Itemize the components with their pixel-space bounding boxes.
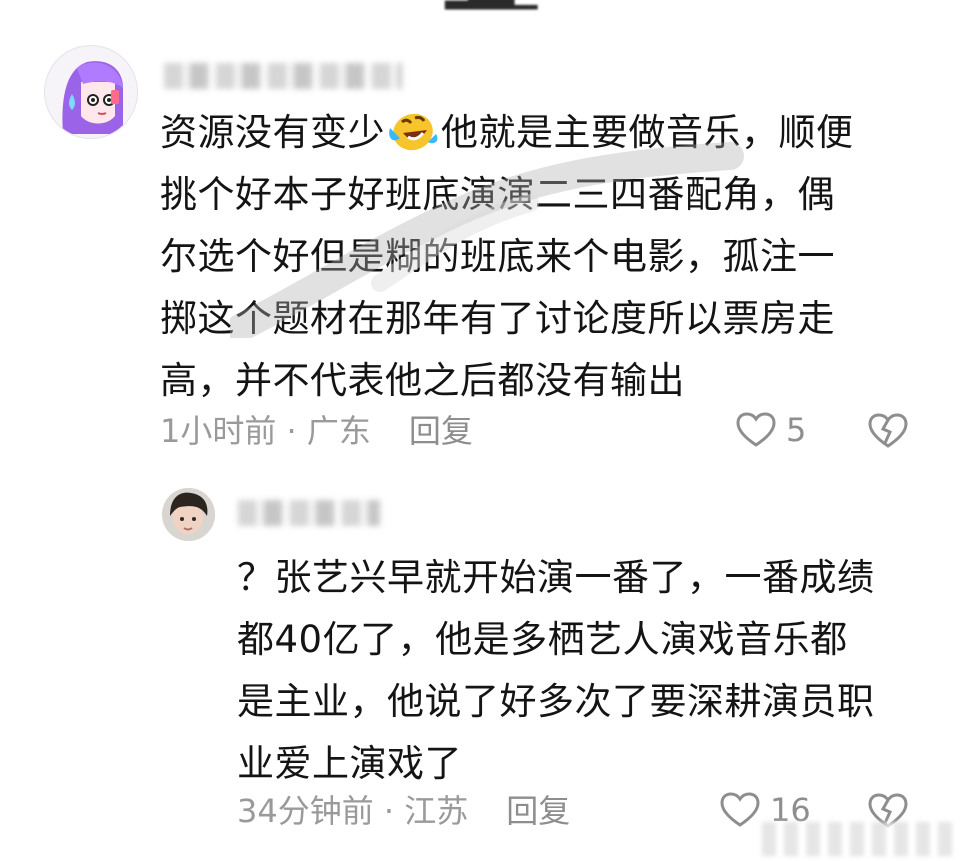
comment-line-1: ？张艺兴早就开始演一番了，一番成绩 bbox=[237, 556, 875, 599]
comment-body: 资源没有变少 他就是主要做音乐，顺便 挑个好本子好班底演演二三四番配角，偶 尔选… bbox=[160, 102, 930, 412]
comment-item-reply: ？张艺兴早就开始演一番了，一番成绩 都40亿了，他是多栖艺人演戏音乐都 是主业，… bbox=[0, 488, 960, 848]
comment-thread-screen: ▂▅▆▁ 资源没有变少 bbox=[0, 0, 960, 861]
cropped-top-text: ▂▅▆▁ bbox=[445, 0, 560, 8]
portrait-avatar-icon bbox=[162, 488, 215, 541]
comment-line-4: 业爱上演戏了 bbox=[237, 742, 462, 785]
like-button[interactable]: 5 bbox=[734, 410, 806, 450]
time-location: 34分钟前 · 江苏 bbox=[237, 792, 469, 830]
dislike-button[interactable] bbox=[865, 411, 911, 455]
avatar[interactable] bbox=[44, 45, 138, 139]
time-location: 1小时前 · 广东 bbox=[160, 412, 371, 450]
comment-line-2: 挑个好本子好班底演演二三四番配角，偶 bbox=[160, 173, 835, 216]
comment-line-1: 资源没有变少 他就是主要做音乐，顺便 bbox=[160, 102, 930, 164]
watermark-redacted bbox=[762, 822, 952, 856]
user-name-redacted bbox=[164, 63, 402, 89]
comment-body: ？张艺兴早就开始演一番了，一番成绩 都40亿了，他是多栖艺人演戏音乐都 是主业，… bbox=[237, 547, 937, 795]
comment-item-main: 资源没有变少 他就是主要做音乐，顺便 挑个好本子好班底演演二三四番配角，偶 尔选… bbox=[0, 45, 960, 465]
heart-outline-icon bbox=[720, 792, 760, 827]
comment-line-5: 高，并不代表他之后都没有输出 bbox=[160, 359, 685, 402]
comment-line-3: 尔选个好但是糊的班底来个电影，孤注一 bbox=[160, 235, 835, 278]
comment-line-3: 是主业，他说了好多次了要深耕演员职 bbox=[237, 680, 875, 723]
comment-line-4: 掷这个题材在那年有了讨论度所以票房走 bbox=[160, 297, 835, 340]
laughing-crying-emoji-icon bbox=[387, 108, 439, 154]
user-name-redacted bbox=[238, 500, 380, 526]
reply-button[interactable]: 回复 bbox=[409, 412, 473, 450]
heart-outline-icon bbox=[736, 412, 776, 447]
reply-button[interactable]: 回复 bbox=[506, 792, 570, 830]
like-count: 5 bbox=[786, 411, 807, 449]
comment-line-2: 都40亿了，他是多栖艺人演戏音乐都 bbox=[237, 618, 848, 661]
cartoon-avatar-icon bbox=[45, 46, 137, 138]
avatar[interactable] bbox=[162, 488, 215, 541]
comment-meta: 34分钟前 · 江苏 回复 bbox=[237, 791, 570, 831]
comment-meta: 1小时前 · 广东 回复 bbox=[160, 411, 473, 451]
broken-heart-icon bbox=[868, 413, 908, 448]
